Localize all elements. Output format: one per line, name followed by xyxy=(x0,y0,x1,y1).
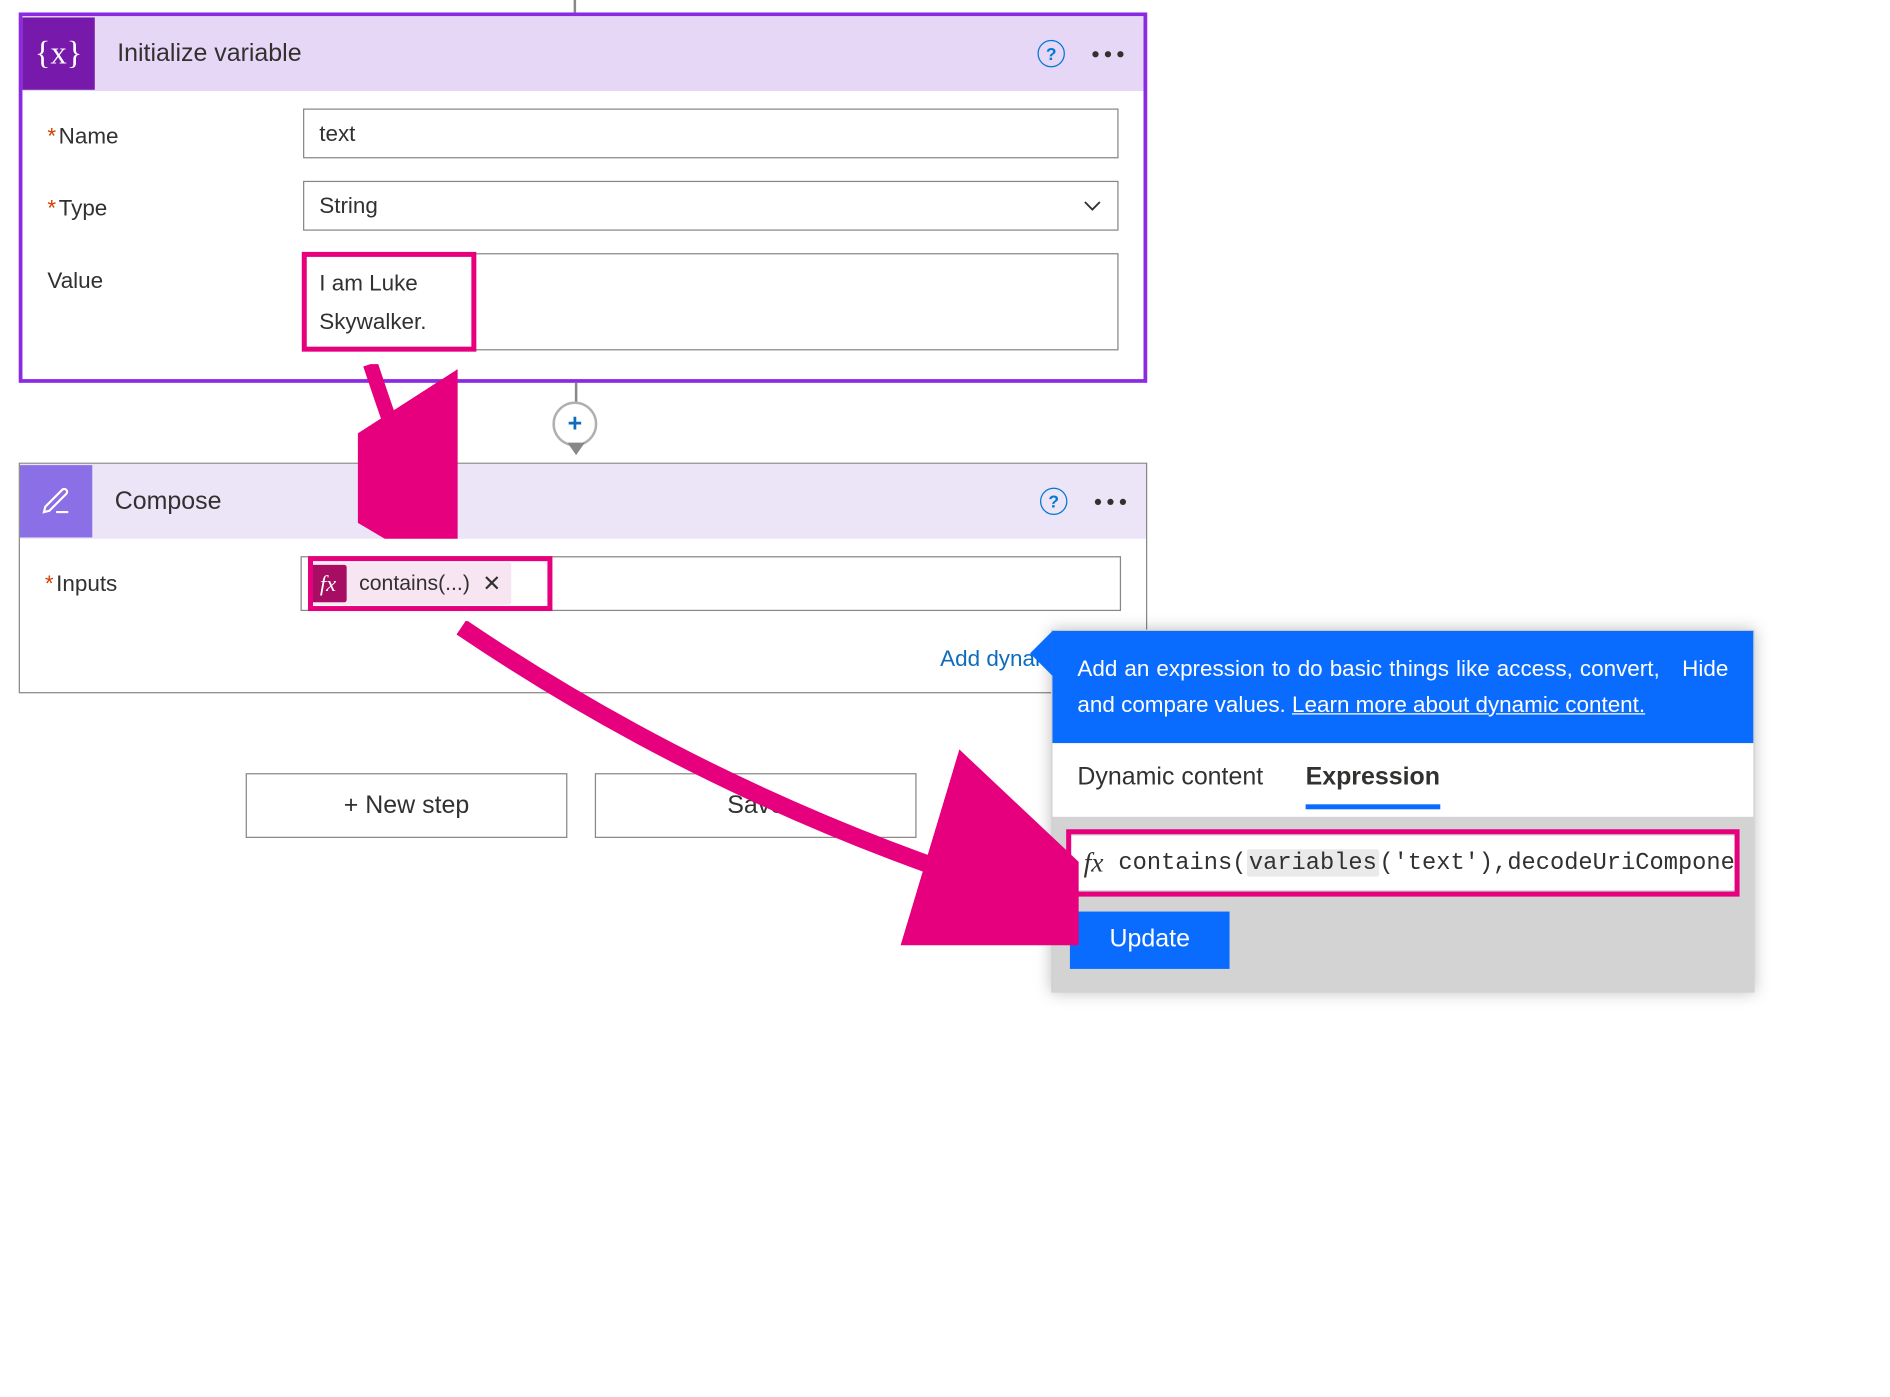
type-label: Type xyxy=(47,181,303,222)
type-select[interactable]: String xyxy=(303,181,1119,231)
callout-triangle xyxy=(1030,631,1052,676)
learn-more-link[interactable]: Learn more about dynamic content. xyxy=(1292,692,1645,717)
remove-token-icon[interactable]: ✕ xyxy=(482,571,501,597)
name-label: Name xyxy=(47,108,303,149)
card-title: Initialize variable xyxy=(117,39,1037,68)
fx-icon: fx xyxy=(309,565,346,602)
tab-dynamic-content[interactable]: Dynamic content xyxy=(1077,763,1263,809)
expression-input[interactable]: fx contains(variables('text'),decodeUriC… xyxy=(1070,834,1736,891)
connector-arrow-icon xyxy=(567,443,584,455)
more-actions-icon[interactable] xyxy=(1095,498,1126,504)
name-input[interactable] xyxy=(303,108,1119,158)
help-icon[interactable]: ? xyxy=(1040,488,1067,515)
value-textarea[interactable] xyxy=(303,253,1119,350)
tab-expression[interactable]: Expression xyxy=(1306,763,1440,809)
expression-text: contains(variables('text'),decodeUriComp… xyxy=(1118,849,1735,876)
popup-banner: Add an expression to do basic things lik… xyxy=(1052,631,1753,743)
expression-popup: Add an expression to do basic things lik… xyxy=(1051,630,1754,992)
new-step-button[interactable]: + New step xyxy=(246,773,568,838)
value-label: Value xyxy=(47,253,303,294)
variable-icon: {x} xyxy=(22,17,94,89)
card-title: Compose xyxy=(115,487,1040,516)
initialize-variable-card[interactable]: {x} Initialize variable ? Name Type Stri… xyxy=(19,12,1148,382)
card-header[interactable]: {x} Initialize variable ? xyxy=(22,16,1143,91)
card-body: Name Type String Value xyxy=(22,91,1143,379)
compose-card[interactable]: Compose ? Inputs fx contains(...) ✕ xyxy=(19,463,1148,694)
inputs-label: Inputs xyxy=(45,556,301,597)
insert-step-button[interactable]: + xyxy=(552,402,597,447)
help-icon[interactable]: ? xyxy=(1038,40,1065,67)
fx-icon: fx xyxy=(1084,846,1104,878)
more-actions-icon[interactable] xyxy=(1092,51,1123,57)
connector-top-tail xyxy=(574,0,576,12)
expression-token[interactable]: fx contains(...) ✕ xyxy=(309,562,511,604)
save-button[interactable]: Save xyxy=(595,773,917,838)
hide-link[interactable]: Hide xyxy=(1682,651,1728,723)
add-dynamic-content-link[interactable]: Add dynamic cont xyxy=(20,633,1146,692)
card-header[interactable]: Compose ? xyxy=(20,464,1146,539)
compose-icon xyxy=(20,465,92,537)
connector-line xyxy=(575,383,577,403)
inputs-field[interactable]: fx contains(...) ✕ xyxy=(301,556,1122,611)
token-label: contains(...) xyxy=(359,571,470,596)
update-button[interactable]: Update xyxy=(1070,911,1230,968)
